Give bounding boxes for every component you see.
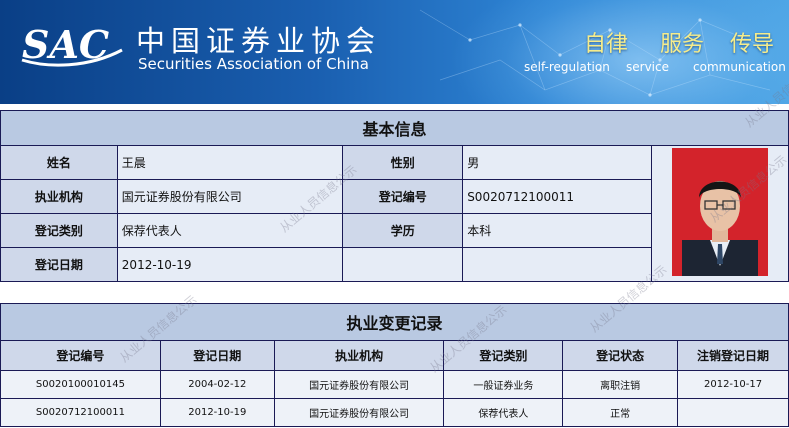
sac-logo: SAC <box>21 22 123 67</box>
table-row: S0020712100011 2012-10-19 国元证券股份有限公司 保荐代… <box>0 398 789 427</box>
cell-reg-no: S0020712100011 <box>0 398 161 427</box>
reg-no-value: S0020712100011 <box>462 179 653 214</box>
cell-cancel-date <box>677 398 789 427</box>
col-header-cancel-date: 注销登记日期 <box>677 340 789 371</box>
header-banner: SAC 中国证券业协会 Securities Association of Ch… <box>0 0 789 104</box>
col-header-org: 执业机构 <box>273 340 445 371</box>
gender-value: 男 <box>462 145 653 180</box>
gender-label: 性别 <box>342 145 464 180</box>
empty-cell-2 <box>462 247 653 282</box>
reg-type-label: 登记类别 <box>0 213 118 248</box>
org-value: 国元证券股份有限公司 <box>116 179 344 214</box>
cell-reg-date: 2012-10-19 <box>159 398 275 427</box>
cell-org: 国元证券股份有限公司 <box>273 398 445 427</box>
org-label: 执业机构 <box>0 179 118 214</box>
reg-type-value: 保荐代表人 <box>116 213 344 248</box>
cell-reg-no: S0020100010145 <box>0 370 161 399</box>
education-value: 本科 <box>462 213 653 248</box>
reg-date-value: 2012-10-19 <box>116 247 344 282</box>
empty-cell-1 <box>342 247 464 282</box>
cell-reg-date: 2004-02-12 <box>159 370 275 399</box>
cell-reg-type: 一般证券业务 <box>443 370 564 399</box>
photo-cell <box>651 145 789 282</box>
reg-date-label: 登记日期 <box>0 247 118 282</box>
org-name-cn: 中国证券业协会 <box>136 24 382 58</box>
reg-no-label: 登记编号 <box>342 179 464 214</box>
person-photo <box>672 148 769 276</box>
name-label: 姓名 <box>0 145 118 180</box>
basic-info-title: 基本信息 <box>0 110 789 146</box>
name-value: 王晨 <box>116 145 344 180</box>
education-label: 学历 <box>342 213 464 248</box>
org-name-en: Securities Association of China <box>138 55 369 73</box>
basic-info-table: 基本信息 姓名 王晨 性别 男 执业机构 国元证券股份有限公司 登记编号 S00… <box>0 110 789 282</box>
cell-reg-type: 保荐代表人 <box>443 398 564 427</box>
motto-en-service: service <box>626 60 669 74</box>
cell-cancel-date: 2012-10-17 <box>677 370 789 399</box>
motto-en-self-regulation: self-regulation <box>524 60 610 74</box>
logo-text: SAC <box>22 22 109 67</box>
change-records-title: 执业变更记录 <box>0 303 789 341</box>
cell-org: 国元证券股份有限公司 <box>273 370 445 399</box>
cell-reg-status: 正常 <box>562 398 679 427</box>
motto-service: 服务 <box>660 32 705 57</box>
cell-reg-status: 离职注销 <box>562 370 679 399</box>
col-header-reg-date: 登记日期 <box>159 340 275 371</box>
col-header-reg-type: 登记类别 <box>443 340 564 371</box>
motto-self-regulation: 自律 <box>584 32 629 57</box>
col-header-reg-status: 登记状态 <box>562 340 679 371</box>
col-header-reg-no: 登记编号 <box>0 340 161 371</box>
table-row: S0020100010145 2004-02-12 国元证券股份有限公司 一般证… <box>0 370 789 399</box>
motto-en-communication: communication <box>693 60 786 74</box>
motto-communication: 传导 <box>730 32 775 57</box>
change-records-table: 执业变更记录 登记编号 登记日期 执业机构 登记类别 登记状态 注销登记日期 S… <box>0 303 789 427</box>
